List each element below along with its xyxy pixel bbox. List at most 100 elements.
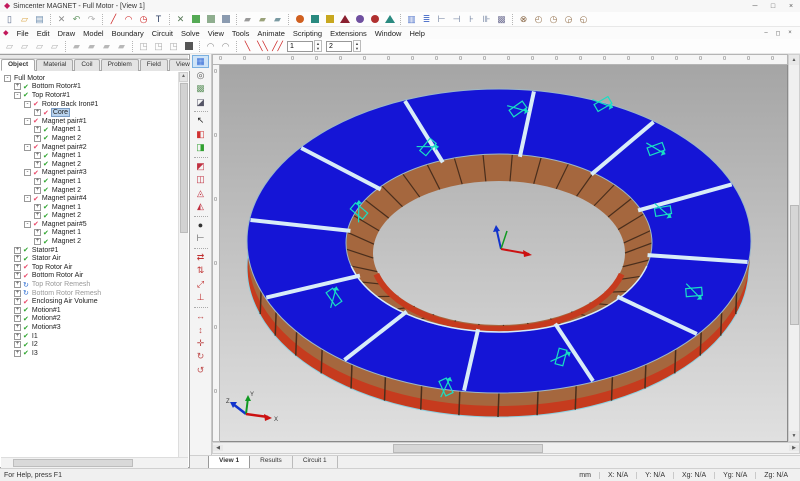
solid-view-icon[interactable]: ▩ (495, 13, 508, 26)
box-primitive-icon[interactable] (323, 13, 336, 26)
tree-item-label[interactable]: Magnet 1 (51, 229, 82, 236)
viewport-vertical-scrollbar[interactable]: ▲ ▼ (788, 54, 800, 442)
expand-icon[interactable]: + (14, 246, 21, 254)
tree-item-label[interactable]: Top Rotor Air (31, 264, 73, 271)
copy-shape1-icon[interactable]: ◳ (137, 40, 150, 53)
tree-item-label[interactable]: I2 (31, 341, 39, 348)
expand-icon[interactable]: + (34, 238, 41, 246)
select-vertex-icon[interactable]: ◫ (192, 173, 209, 186)
collapse-icon[interactable]: - (24, 117, 31, 125)
pyramid-primitive-icon[interactable] (383, 13, 396, 26)
solve-time1-icon[interactable]: ◴ (532, 13, 545, 26)
scroll-down-icon[interactable]: ▼ (789, 431, 799, 441)
expand-icon[interactable]: + (34, 152, 41, 160)
rotate-part-icon[interactable]: ▰ (85, 40, 98, 53)
tree-item-label[interactable]: Magnet pair#5 (41, 221, 88, 228)
menu-file[interactable]: File (13, 29, 33, 38)
expand-icon[interactable]: + (34, 134, 41, 142)
tree-item-label[interactable]: Bottom Rotor Air (31, 272, 84, 279)
expand-icon[interactable]: + (14, 272, 21, 280)
expand-icon[interactable]: + (34, 203, 41, 211)
save-icon[interactable]: ▤ (33, 13, 46, 26)
solve-time2-icon[interactable]: ◷ (547, 13, 560, 26)
menu-view[interactable]: View (204, 29, 228, 38)
solve-time4-icon[interactable]: ◵ (577, 13, 590, 26)
scroll-up-icon[interactable]: ▲ (789, 55, 799, 65)
mesh-lines-icon[interactable]: ▥ (405, 13, 418, 26)
tree-item-label[interactable]: Full Motor (13, 75, 46, 82)
axis-x-icon[interactable]: ⇄ (192, 251, 209, 264)
menu-extensions[interactable]: Extensions (326, 29, 371, 38)
cut-icon[interactable]: ✕ (174, 13, 187, 26)
tree-item-label[interactable]: Magnet 2 (51, 212, 82, 219)
distribute-icon[interactable]: ⊦ (465, 13, 478, 26)
expand-icon[interactable]: + (14, 289, 21, 297)
expand-icon[interactable]: + (14, 83, 21, 91)
union-icon[interactable]: ▱ (3, 40, 16, 53)
tree-item-label[interactable]: Magnet 1 (51, 204, 82, 211)
cube-primitive-icon[interactable] (308, 13, 321, 26)
axis-view-icon[interactable]: ⊥ (192, 291, 209, 304)
spinner2-input[interactable] (325, 40, 352, 52)
mesh-list-icon[interactable]: ≣ (420, 13, 433, 26)
tree-item-label[interactable]: Magnet pair#4 (41, 195, 88, 202)
menu-circuit[interactable]: Circuit (148, 29, 177, 38)
menu-tools[interactable]: Tools (228, 29, 254, 38)
tree-item-label[interactable]: Bottom Rotor#1 (31, 83, 82, 90)
make-component-icon[interactable]: ▰ (241, 13, 254, 26)
text-tool-icon[interactable]: T (152, 13, 165, 26)
select-edge-icon[interactable]: ◩ (192, 160, 209, 173)
spinner2-down-icon[interactable]: ▼ (354, 46, 360, 51)
arc-edit1-icon[interactable]: ◠ (204, 40, 217, 53)
collapse-icon[interactable]: - (24, 220, 31, 228)
print-icon[interactable] (219, 13, 232, 26)
collapse-icon[interactable]: - (24, 169, 31, 177)
fit-icon[interactable]: ⊪ (480, 13, 493, 26)
zoom-tool-icon[interactable]: ◎ (192, 69, 209, 82)
scroll-left-icon[interactable]: ◀ (213, 445, 223, 451)
expand-icon[interactable]: + (14, 263, 21, 271)
tree-item-label[interactable]: Magnet pair#2 (41, 144, 88, 151)
tree-item-label[interactable]: Magnet 2 (51, 161, 82, 168)
mdi-restore-button[interactable]: ◻ (772, 30, 784, 37)
ellipsoid-primitive-icon[interactable] (353, 13, 366, 26)
tree-item-label[interactable]: Top Rotor Remesh (31, 281, 91, 288)
tree-item-label[interactable]: Stator Air (31, 255, 62, 262)
paste-icon[interactable] (204, 13, 217, 26)
expand-icon[interactable]: + (34, 212, 41, 220)
collapse-icon[interactable]: - (24, 100, 31, 108)
scroll-up-icon[interactable]: ▲ (179, 72, 188, 82)
tree-horizontal-scrollbar[interactable] (1, 457, 188, 468)
keyboard-entry-icon[interactable]: ● (192, 219, 209, 232)
pick-coil-icon[interactable]: ◭ (192, 200, 209, 213)
select-face-icon[interactable]: ◨ (192, 141, 209, 154)
select-object-icon[interactable]: ▦ (192, 55, 209, 68)
align-right-icon[interactable]: ⊣ (450, 13, 463, 26)
draw-circle-icon[interactable]: ◷ (137, 13, 150, 26)
panel-tab-material[interactable]: Material (36, 59, 74, 71)
axis-y-icon[interactable]: ⇅ (192, 264, 209, 277)
open-file-icon[interactable]: ▱ (18, 13, 31, 26)
revolve-icon[interactable]: ▰ (271, 13, 284, 26)
tree-item-label[interactable]: Core (50, 108, 71, 118)
sphere-primitive-icon[interactable] (293, 13, 306, 26)
menu-draw[interactable]: Draw (54, 29, 80, 38)
maximize-button[interactable]: □ (764, 3, 782, 10)
panel-tab-field[interactable]: Field (139, 59, 168, 71)
cone-primitive-icon[interactable] (338, 13, 351, 26)
line-single-icon[interactable]: ╲ (241, 40, 254, 53)
delete-icon[interactable]: ✕ (55, 13, 68, 26)
panel-tab-problem[interactable]: Problem (100, 59, 139, 71)
expand-icon[interactable]: + (14, 324, 21, 332)
collapse-icon[interactable]: - (14, 91, 21, 99)
panel-tab-object[interactable]: Object (1, 59, 36, 71)
undo-icon[interactable]: ↶ (70, 13, 83, 26)
draw-line-icon[interactable]: ╱ (107, 13, 120, 26)
expand-icon[interactable]: + (14, 255, 21, 263)
draw-arc-icon[interactable]: ◠ (122, 13, 135, 26)
spinner1-input[interactable] (287, 40, 313, 52)
axis-z-icon[interactable]: ⤢ (192, 278, 209, 291)
tree-item-label[interactable]: Magnet 2 (51, 135, 82, 142)
mirror-icon[interactable]: ▰ (100, 40, 113, 53)
mdi-minimize-button[interactable]: – (760, 30, 772, 37)
